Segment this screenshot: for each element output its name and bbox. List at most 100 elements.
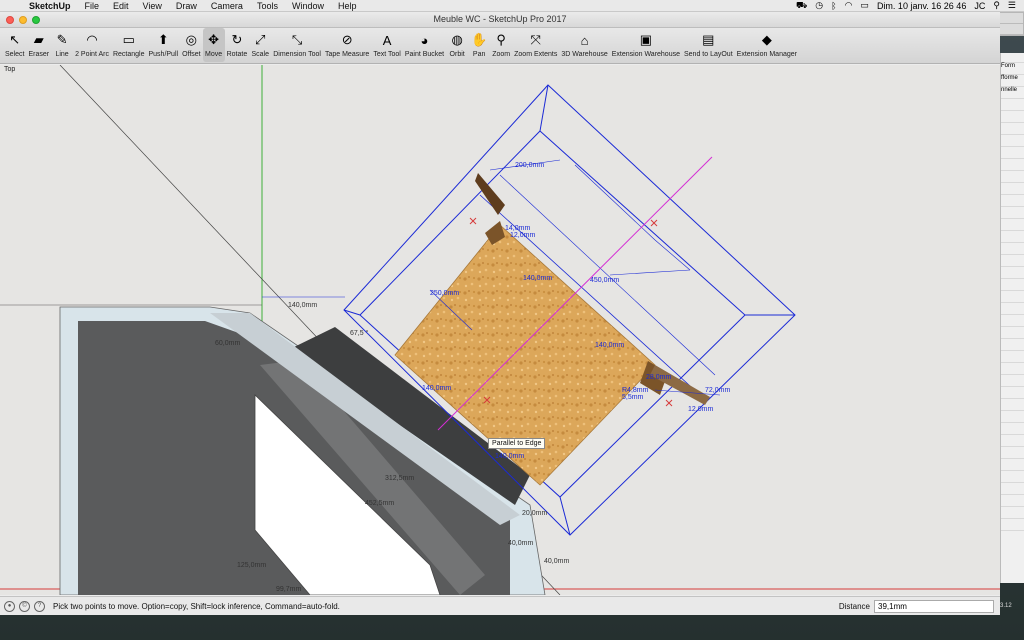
menubar-clock[interactable]: Dim. 10 janv. 16 26 46 xyxy=(877,1,966,11)
tool-rectangle[interactable]: ▭ Rectangle xyxy=(111,28,147,62)
extension-warehouse-icon: ▣ xyxy=(639,32,653,47)
tool-extension-manager[interactable]: ◆ Extension Manager xyxy=(735,28,799,62)
dimension-label: 28,0mm xyxy=(646,374,671,381)
dimension-label: 140,0mm xyxy=(523,275,552,282)
orbit-icon: ◍ xyxy=(451,32,463,47)
menubar-status-area: ⛟ ◷ ᛒ ◠ ▭ Dim. 10 janv. 16 26 46 JC ⚲ ☰ xyxy=(796,0,1024,12)
tool-move[interactable]: ✥ Move xyxy=(202,28,225,62)
push-pull-icon: ⬆ xyxy=(157,32,169,47)
tool-label: Extension Warehouse xyxy=(611,51,680,58)
spotlight-icon[interactable]: ⚲ xyxy=(993,0,1000,11)
dimension-icon: ⤡ xyxy=(291,32,303,47)
right-panel-label: nnelle xyxy=(1001,87,1024,99)
tool-label: Send to LayOut xyxy=(684,51,733,58)
dimension-label: 140,0mm xyxy=(422,385,451,392)
tool-extension-warehouse[interactable]: ▣ Extension Warehouse xyxy=(610,28,682,62)
tool-eraser[interactable]: ▰ Eraser xyxy=(26,28,51,62)
dimension-label: 312,5mm xyxy=(385,475,414,482)
tool-label: Scale xyxy=(251,51,269,58)
menu-view[interactable]: View xyxy=(136,1,169,11)
tool-zoom[interactable]: ⚲ Zoom xyxy=(490,28,512,62)
menu-draw[interactable]: Draw xyxy=(169,1,204,11)
sketchup-window: Meuble WC - SketchUp Pro 2017 ↖ Select ▰ Er… xyxy=(0,12,1000,615)
tool-label: Zoom Extents xyxy=(514,51,558,58)
tool-label: Offset xyxy=(182,51,201,58)
dimension-label: 5,5mm xyxy=(622,394,644,401)
menu-camera[interactable]: Camera xyxy=(204,1,250,11)
text-icon: A xyxy=(382,32,392,48)
tool-push-pull[interactable]: ⬆ Push/Pull xyxy=(146,28,180,62)
menu-file[interactable]: File xyxy=(78,1,107,11)
tool-paint-bucket[interactable]: ◕ Paint Bucket xyxy=(403,28,446,62)
window-title: Meuble WC - SketchUp Pro 2017 xyxy=(433,14,567,24)
tool-label: Push/Pull xyxy=(148,51,179,58)
tool-label: Zoom xyxy=(492,51,511,58)
instructor-icon[interactable]: ? xyxy=(34,600,45,612)
menu-help[interactable]: Help xyxy=(331,1,364,11)
pencil-icon: ✎ xyxy=(56,32,68,47)
credits-icon[interactable]: © xyxy=(19,600,30,612)
tool-label: Eraser xyxy=(28,51,50,58)
tool-orbit[interactable]: ◍ Orbit xyxy=(446,28,468,62)
tool-label: Orbit xyxy=(449,51,465,58)
rotate-icon: ↻ xyxy=(231,32,243,47)
tool-send-to-layout[interactable]: ▤ Send to LayOut xyxy=(682,28,735,62)
main-toolbar: ↖ Select ▰ Eraser ✎ Line ◠ 2 Point Arc ▭ Rectangl… xyxy=(0,28,1000,64)
right-panel-label: Form xyxy=(1001,63,1024,75)
time-machine-icon[interactable]: ◷ xyxy=(815,0,823,11)
drawing-viewport[interactable]: Top 200,0mm 14,0mm 12,0mm 140,0mm 450,0m… xyxy=(0,65,1000,595)
macos-menubar: SketchUp File Edit View Draw Camera Tool… xyxy=(0,0,1024,12)
tool-rotate[interactable]: ↻ Rotate xyxy=(225,28,250,62)
tool-label: Line xyxy=(55,51,69,58)
menu-window[interactable]: Window xyxy=(285,1,331,11)
dimension-label: 200,0mm xyxy=(515,162,544,169)
dimension-label: 40,0mm xyxy=(544,558,569,565)
measurements-box[interactable]: 39,1mm xyxy=(874,599,994,613)
dimension-label: 60,0mm xyxy=(215,340,240,347)
tool-scale[interactable]: ⤢ Scale xyxy=(249,28,271,62)
select-arrow-icon: ↖ xyxy=(9,32,21,47)
tool-2-point-arc[interactable]: ◠ 2 Point Arc xyxy=(73,28,111,62)
menu-tools[interactable]: Tools xyxy=(250,1,285,11)
tool-pan[interactable]: ✋ Pan xyxy=(468,28,490,62)
tool-label: Pan xyxy=(472,51,486,58)
dimension-label: 20,0mm xyxy=(522,510,547,517)
dimension-label: 40,0mm xyxy=(508,540,533,547)
tool-label: 2 Point Arc xyxy=(75,51,109,58)
warehouse-icon: ⌂ xyxy=(580,32,589,48)
wifi-icon[interactable]: ◠ xyxy=(845,0,853,11)
tool-offset[interactable]: ◎ Offset xyxy=(180,28,203,62)
dimension-label: 450,0mm xyxy=(590,277,619,284)
menubar-user[interactable]: JC xyxy=(974,1,985,11)
dimension-label: 72,0mm xyxy=(705,387,730,394)
tool-tape-measure[interactable]: ⊘ Tape Measure xyxy=(323,28,371,62)
tool-label: Select xyxy=(5,51,25,58)
zoom-icon: ⚲ xyxy=(496,32,506,47)
battery-icon[interactable]: ▭ xyxy=(860,0,869,11)
offset-icon: ◎ xyxy=(185,32,197,47)
notification-center-icon[interactable]: ☰ xyxy=(1008,0,1016,11)
menu-edit[interactable]: Edit xyxy=(106,1,136,11)
layout-icon: ▤ xyxy=(702,32,715,47)
tool-text-tool[interactable]: A Text Tool xyxy=(371,28,403,62)
tool-label: Rotate xyxy=(226,51,248,58)
tool-3d-warehouse[interactable]: ⌂ 3D Warehouse xyxy=(559,28,609,62)
truck-icon[interactable]: ⛟ xyxy=(796,0,807,12)
pan-hand-icon: ✋ xyxy=(471,32,488,47)
dimension-label: 140,0mm xyxy=(495,453,524,460)
tool-zoom-extents[interactable]: ⤧ Zoom Extents xyxy=(512,28,559,62)
dimension-label: 140,0mm xyxy=(595,342,624,349)
dimension-label: 125,0mm xyxy=(237,562,266,569)
move-arrows-icon: ✥ xyxy=(208,32,220,47)
bluetooth-icon[interactable]: ᛒ xyxy=(831,1,836,11)
tool-select[interactable]: ↖ Select xyxy=(3,28,26,62)
measurements-label: Distance xyxy=(838,601,870,611)
tool-line[interactable]: ✎ Line xyxy=(51,28,73,62)
app-menu[interactable]: SketchUp xyxy=(22,1,78,11)
geo-location-icon[interactable]: ● xyxy=(4,600,15,612)
window-titlebar: Meuble WC - SketchUp Pro 2017 xyxy=(0,12,1000,28)
model-canvas[interactable]: 200,0mm 14,0mm 12,0mm 140,0mm 450,0mm 25… xyxy=(0,65,1000,595)
tool-dimension-tool[interactable]: ⤡ Dimension Tool xyxy=(271,28,323,62)
inference-tooltip: Parallel to Edge xyxy=(488,438,546,449)
dimension-label: 12,0mm xyxy=(510,232,535,239)
